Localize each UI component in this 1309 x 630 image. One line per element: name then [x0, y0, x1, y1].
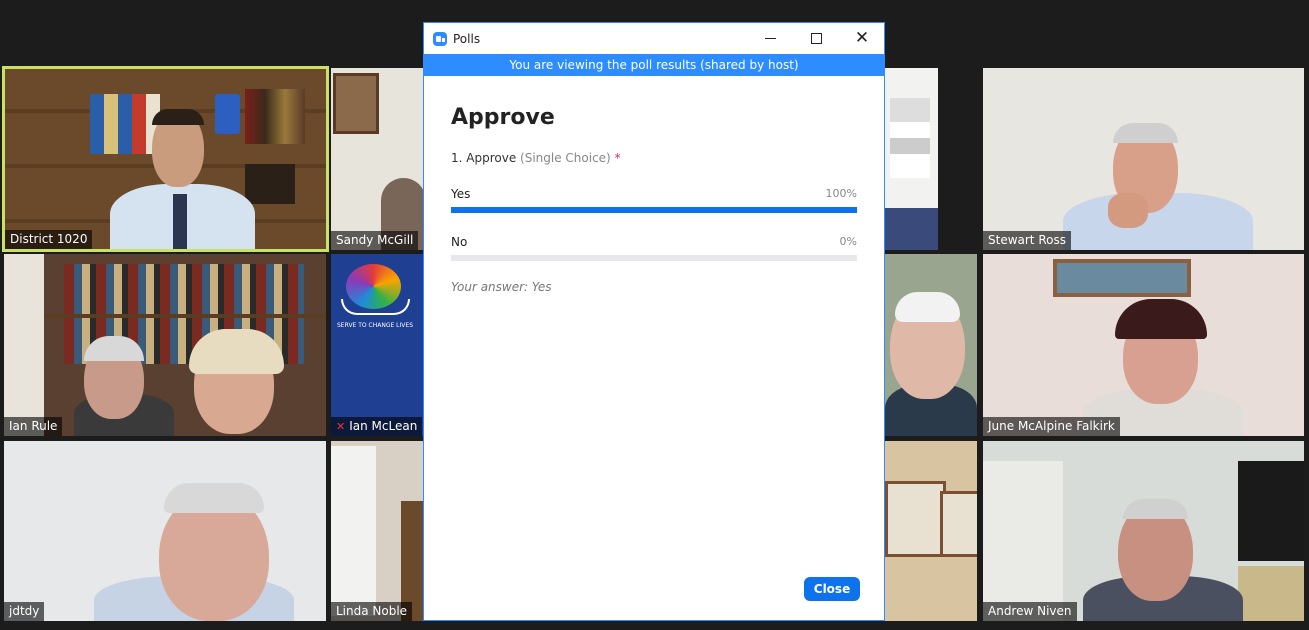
option-result-bar [451, 207, 857, 213]
participant-name: Ian McLean [349, 419, 418, 433]
required-mark: * [614, 151, 621, 165]
video-tile-andrew-niven[interactable]: Andrew Niven [983, 441, 1304, 621]
option-result-bar [451, 255, 857, 261]
participant-name: Andrew Niven [983, 602, 1077, 621]
participant-name: District 1020 [5, 230, 93, 249]
video-tile-hidden-1[interactable] [885, 68, 938, 250]
participant-name: Ian Rule [4, 417, 63, 436]
video-tile-june-mcalpine[interactable]: June McAlpine Falkirk [983, 254, 1304, 436]
muted-microphone-icon: ✕ [336, 420, 346, 433]
rotary-logo-text: SERVE TO CHANGE LIVES [337, 322, 413, 329]
window-title: Polls [453, 31, 481, 46]
option-label: Yes [451, 187, 471, 201]
maximize-button[interactable] [793, 23, 839, 54]
participant-name-row: ✕ Ian McLean [331, 417, 423, 436]
poll-results-banner: You are viewing the poll results (shared… [424, 54, 884, 76]
poll-title: Approve [451, 105, 555, 130]
video-tile-jdtdy[interactable]: jdtdy [4, 441, 326, 621]
participant-name: Sandy McGill [331, 231, 419, 250]
participant-name: Linda Noble [331, 602, 413, 621]
minimize-icon [764, 38, 776, 39]
poll-question: 1. Approve (Single Choice) * [451, 151, 857, 165]
option-label: No [451, 235, 468, 249]
close-icon: ✕ [854, 28, 870, 48]
close-window-button[interactable]: ✕ [839, 23, 885, 54]
video-tile-ian-rule[interactable]: Ian Rule [4, 254, 326, 436]
your-answer: Your answer: Yes [451, 280, 552, 294]
video-tile-ian-mclean[interactable]: SERVE TO CHANGE LIVES ✕ Ian McLean [331, 254, 424, 436]
minimize-button[interactable] [747, 23, 793, 54]
maximize-icon [810, 33, 822, 44]
video-tile-hidden-2[interactable] [885, 254, 977, 436]
close-button[interactable]: Close [804, 577, 860, 601]
video-tile-sandy-mcgill[interactable]: Sandy McGill [331, 68, 424, 250]
poll-option-no: No 0% [451, 235, 857, 261]
participant-name: June McAlpine Falkirk [983, 417, 1120, 436]
video-tile-hidden-3[interactable] [885, 441, 977, 621]
poll-content: Approve 1. Approve (Single Choice) * Yes… [424, 105, 884, 294]
video-tile-district-1020[interactable]: District 1020 [2, 66, 329, 252]
option-result-fill [451, 207, 857, 213]
question-type: (Single Choice) [520, 151, 611, 165]
question-text: 1. Approve [451, 151, 517, 165]
participant-name: jdtdy [4, 602, 45, 621]
video-tile-linda-noble[interactable]: Linda Noble [331, 441, 424, 621]
option-percent: 100% [825, 187, 857, 200]
poll-option-yes: Yes 100% [451, 187, 857, 213]
zoom-camera-icon [433, 31, 447, 46]
polls-window: Polls ✕ You are viewing the poll results… [423, 22, 885, 621]
video-tile-stewart-ross[interactable]: Stewart Ross [983, 68, 1304, 250]
participant-name: Stewart Ross [983, 231, 1071, 250]
polls-titlebar[interactable]: Polls ✕ [424, 23, 884, 54]
option-percent: 0% [839, 235, 857, 248]
